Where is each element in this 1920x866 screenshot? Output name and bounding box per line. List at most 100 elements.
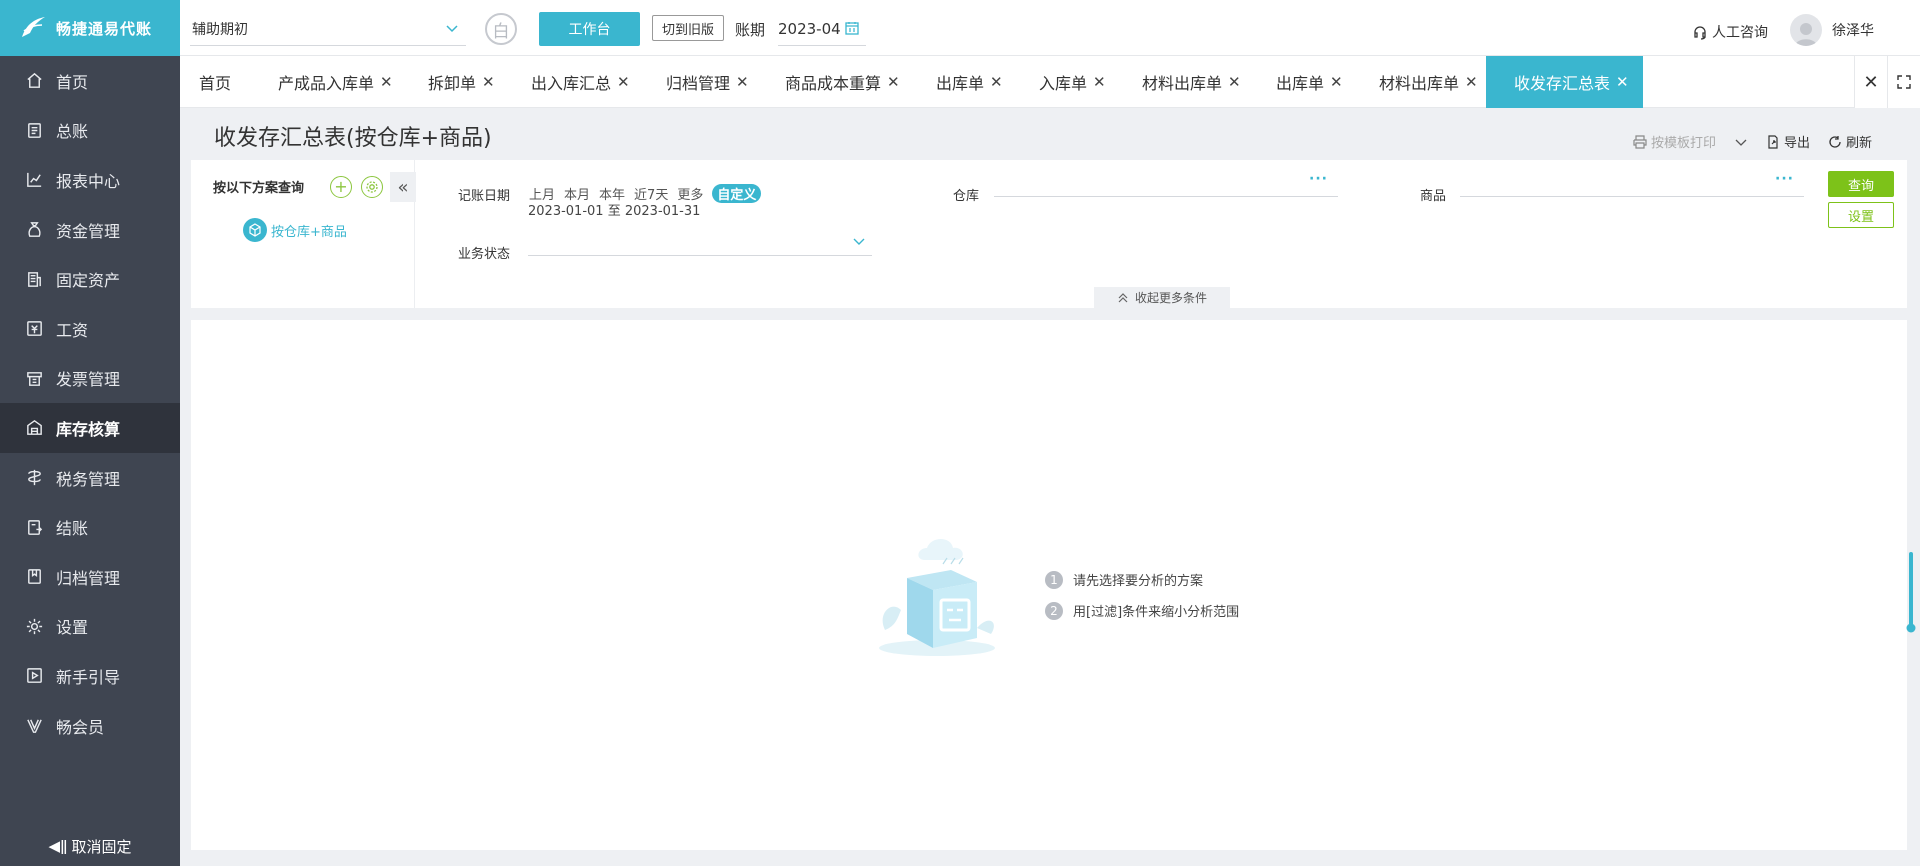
chevron-down-icon <box>853 238 865 245</box>
sidebar-item-salary[interactable]: 工资 <box>0 304 180 354</box>
tab-archive[interactable]: 归档管理 ✕ <box>666 56 749 108</box>
tab-label: 材料出库单 <box>1142 74 1223 93</box>
sidebar-item-reports[interactable]: 报表中心 <box>0 155 180 205</box>
close-icon: ✕ <box>1863 71 1879 93</box>
sidebar-item-inventory[interactable]: 库存核算 <box>0 403 180 453</box>
tab-label: 拆卸单 <box>428 74 477 93</box>
close-icon[interactable]: ✕ <box>1228 73 1241 91</box>
close-icon[interactable]: ✕ <box>1616 73 1629 91</box>
close-icon[interactable]: ✕ <box>1330 73 1343 91</box>
tab-label: 产成品入库单 <box>278 74 375 93</box>
date-separator: 至 <box>607 204 621 219</box>
tab-home[interactable]: 首页 <box>199 56 231 108</box>
tab-material-outbound-2[interactable]: 材料出库单 ✕ <box>1379 56 1478 108</box>
chart-icon <box>24 170 44 190</box>
sidebar-item-settings[interactable]: 设置 <box>0 602 180 652</box>
sidebar: 畅捷通易代账 首页 总账 报表中心 资金管理 固定资产 工资 发票管理 库存核算… <box>0 0 180 866</box>
sidebar-item-vip[interactable]: 畅会员 <box>0 701 180 751</box>
unpin-sidebar-button[interactable]: ◀ǁ 取消固定 <box>0 826 180 866</box>
sidebar-item-label: 设置 <box>56 618 89 638</box>
sidebar-item-label: 总账 <box>56 122 89 142</box>
brand-logo-icon <box>22 17 45 37</box>
sidebar-item-ledger[interactable]: 总账 <box>0 106 180 156</box>
sidebar-item-fixed-assets[interactable]: 固定资产 <box>0 254 180 304</box>
close-icon[interactable]: ✕ <box>1093 73 1106 91</box>
account-book-select[interactable]: 辅助期初 <box>190 12 466 46</box>
close-icon[interactable]: ✕ <box>887 73 900 91</box>
home-icon <box>24 71 44 91</box>
tab-disassembly[interactable]: 拆卸单 ✕ <box>428 56 495 108</box>
date-range[interactable]: 2023-01-01 至 2023-01-31 <box>528 200 700 219</box>
collapse-more-conditions-button[interactable]: 收起更多条件 <box>1094 287 1230 308</box>
warehouse-icon <box>24 418 44 438</box>
workbench-button[interactable]: 工作台 <box>539 12 640 46</box>
sidebar-item-guide[interactable]: 新手引导 <box>0 651 180 701</box>
printer-icon <box>1633 134 1647 149</box>
date-end: 2023-01-31 <box>624 204 701 219</box>
query-button[interactable]: 查询 <box>1828 171 1894 197</box>
sidebar-item-tax[interactable]: 税务管理 <box>0 453 180 503</box>
add-scheme-button[interactable]: + <box>330 176 352 198</box>
close-icon[interactable]: ✕ <box>617 73 630 91</box>
export-icon <box>1768 134 1778 149</box>
tab-cost-recalc[interactable]: 商品成本重算 ✕ <box>785 56 900 108</box>
more-options-icon[interactable]: ··· <box>1775 171 1794 187</box>
avatar <box>1790 14 1822 46</box>
close-icon[interactable]: ✕ <box>1465 73 1478 91</box>
close-all-tabs-button[interactable]: ✕ <box>1854 56 1887 108</box>
export-button[interactable]: 导出 <box>1766 132 1810 151</box>
more-options-icon[interactable]: ··· <box>1309 171 1328 187</box>
guide-icon <box>24 666 44 686</box>
period-picker[interactable]: 2023-04 <box>778 12 866 46</box>
tab-label: 出库单 <box>1276 74 1325 93</box>
scrollbar-thumb[interactable] <box>1906 552 1916 634</box>
unpin-icon: ◀ǁ <box>48 837 68 855</box>
tab-tools: ✕ <box>1854 56 1920 108</box>
chevron-down-icon[interactable] <box>1734 135 1748 149</box>
date-label: 记账日期 <box>458 189 511 204</box>
empty-step: 1 请先选择要分析的方案 <box>1045 564 1239 595</box>
tab-material-outbound[interactable]: 材料出库单 ✕ <box>1142 56 1241 108</box>
account-book-value: 辅助期初 <box>192 21 248 38</box>
tab-label: 材料出库单 <box>1379 74 1460 93</box>
refresh-button[interactable]: 刷新 <box>1828 132 1872 151</box>
close-icon[interactable]: ✕ <box>482 73 495 91</box>
status-label: 业务状态 <box>458 247 511 262</box>
warehouse-input[interactable]: ··· <box>994 171 1338 197</box>
headset-icon <box>1694 26 1706 40</box>
sidebar-item-archive[interactable]: 归档管理 <box>0 552 180 602</box>
tab-inbound[interactable]: 入库单 ✕ <box>1039 56 1106 108</box>
close-icon[interactable]: ✕ <box>736 73 749 91</box>
sidebar-item-home[interactable]: 首页 <box>0 56 180 106</box>
business-status-select[interactable] <box>528 230 872 256</box>
support-button[interactable]: 人工咨询 <box>1692 22 1768 42</box>
settings-button[interactable]: 设置 <box>1828 202 1894 228</box>
sidebar-item-invoices[interactable]: 发票管理 <box>0 354 180 404</box>
user-menu[interactable]: 徐泽华 <box>1790 14 1874 46</box>
tab-inventory-summary[interactable]: 收发存汇总表 ✕ <box>1486 56 1643 108</box>
sidebar-item-label: 新手引导 <box>56 667 121 687</box>
goods-input[interactable]: ··· <box>1460 171 1804 197</box>
sidebar-item-label: 资金管理 <box>56 221 121 241</box>
scheme-settings-button[interactable] <box>361 176 383 198</box>
sidebar-item-funds[interactable]: 资金管理 <box>0 205 180 255</box>
switch-old-version-button[interactable]: 切到旧版 <box>652 15 724 41</box>
quick-range-custom[interactable]: 自定义 <box>712 184 762 203</box>
close-icon[interactable]: ✕ <box>380 73 393 91</box>
warehouse-label: 仓库 <box>953 189 980 204</box>
sidebar-item-label: 库存核算 <box>56 419 121 439</box>
close-icon[interactable]: ✕ <box>990 73 1003 91</box>
scheme-item[interactable]: 按仓库+商品 <box>243 218 347 242</box>
app-logo[interactable]: 畅捷通易代账 <box>0 0 180 56</box>
mode-toggle-button[interactable]: 白 <box>485 13 517 45</box>
tab-finished-goods-inbound[interactable]: 产成品入库单 ✕ <box>278 56 393 108</box>
money-bag-icon <box>24 220 44 240</box>
template-print-button[interactable]: 按模板打印 <box>1633 132 1748 151</box>
sidebar-item-checkout[interactable]: 结账 <box>0 502 180 552</box>
fullscreen-button[interactable] <box>1887 56 1920 108</box>
tab-outbound[interactable]: 出库单 ✕ <box>936 56 1003 108</box>
collapse-scheme-button[interactable]: « <box>390 172 416 202</box>
tab-inout-summary[interactable]: 出入库汇总 ✕ <box>531 56 630 108</box>
tab-outbound-2[interactable]: 出库单 ✕ <box>1276 56 1343 108</box>
step-number-badge: 2 <box>1045 601 1063 620</box>
